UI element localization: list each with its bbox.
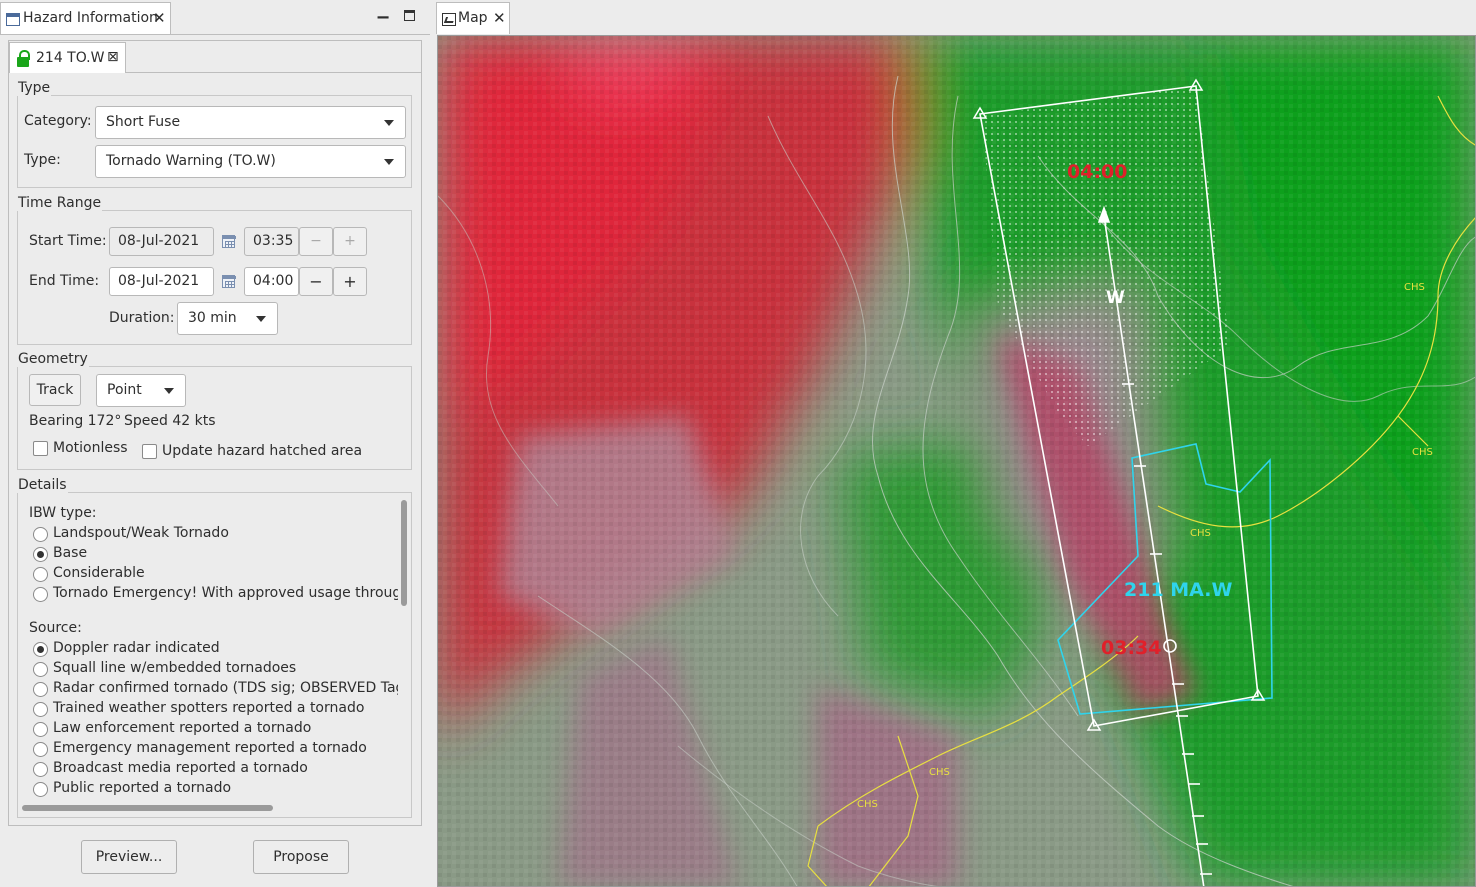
minimize-icon[interactable]: ▁ — [376, 4, 390, 20]
ibw-option-label: Considerable — [53, 565, 145, 581]
county-label: CHS — [929, 767, 950, 778]
track-button[interactable]: Track — [29, 374, 81, 406]
source-option-label: Squall line w/embedded tornadoes — [53, 660, 297, 676]
category-label: Category: — [24, 113, 92, 129]
propose-button[interactable]: Propose — [253, 840, 349, 874]
end-date-field[interactable]: 08-Jul-2021 — [109, 267, 214, 296]
tab-divider — [126, 72, 421, 73]
chevron-down-icon — [384, 159, 394, 165]
end-time-label: End Time: — [29, 273, 100, 289]
type-combo[interactable]: Tornado Warning (TO.W) — [95, 145, 406, 178]
tab-hazard-information[interactable]: Hazard Information ✕ — [0, 2, 171, 34]
update-hatched-label: Update hazard hatched area — [162, 443, 363, 459]
ibw-radio[interactable] — [33, 587, 48, 602]
view-splitter[interactable] — [430, 0, 436, 887]
map-icon — [442, 13, 456, 26]
direction-label: W — [1106, 288, 1125, 308]
tab-map[interactable]: Map ✕ — [436, 2, 510, 34]
source-option-label: Radar confirmed tornado (TDS sig; OBSERV… — [53, 680, 398, 696]
source-radio[interactable] — [33, 782, 48, 797]
county-label: CHS — [1412, 447, 1433, 458]
end-time-field[interactable]: 04:00 — [244, 267, 299, 296]
end-time-label: 04:00 — [1067, 161, 1127, 183]
close-icon[interactable]: ✕ — [153, 9, 166, 27]
vertical-scroll-thumb[interactable] — [401, 500, 407, 606]
source-radio[interactable] — [33, 662, 48, 677]
geometry-title: Geometry — [17, 351, 89, 367]
source-radio[interactable] — [33, 722, 48, 737]
source-option-label: Doppler radar indicated — [53, 640, 220, 656]
source-option-label: Trained weather spotters reported a torn… — [53, 700, 365, 716]
ibw-option-label: Tornado Emergency! With approved usage t… — [53, 585, 398, 601]
maximize-icon[interactable] — [404, 10, 415, 21]
motionless-label: Motionless — [53, 440, 128, 456]
geometry-mode-combo[interactable]: Point — [96, 374, 186, 407]
chevron-down-icon — [164, 388, 174, 394]
start-date-field[interactable]: 08-Jul-2021 — [109, 227, 214, 256]
duration-label: Duration: — [109, 310, 175, 326]
chevron-down-icon — [384, 120, 394, 126]
county-label: CHS — [857, 799, 878, 810]
source-option-label: Broadcast media reported a tornado — [53, 760, 308, 776]
tab-label: Hazard Information — [23, 10, 158, 26]
ibw-type-title: IBW type: — [29, 505, 97, 521]
duration-combo[interactable]: 30 min — [177, 302, 278, 335]
storm-time-label: 03:34 — [1101, 637, 1161, 659]
source-radio[interactable] — [33, 762, 48, 777]
ibw-option-label: Landspout/Weak Tornado — [53, 525, 229, 541]
motionless-checkbox[interactable] — [33, 441, 48, 456]
type-value: Tornado Warning (TO.W) — [106, 153, 276, 169]
close-icon[interactable]: ⊠ — [107, 49, 119, 65]
source-option-label: Public reported a tornado — [53, 780, 232, 796]
category-combo[interactable]: Short Fuse — [95, 106, 406, 139]
source-radio[interactable] — [33, 682, 48, 697]
geometry-mode-value: Point — [107, 382, 142, 398]
start-time-field[interactable]: 03:35 — [244, 227, 299, 256]
view-icon — [6, 13, 20, 26]
other-hazard-label: 211 MA.W — [1124, 579, 1232, 601]
unlocked-lock-icon — [17, 50, 30, 67]
map-canvas[interactable]: CHS CHS CHS CHS CHS 04:00 W 211 MA.W 03:… — [437, 35, 1476, 887]
calendar-icon[interactable] — [222, 275, 236, 288]
source-radio[interactable] — [33, 742, 48, 757]
ibw-radio[interactable] — [33, 547, 48, 562]
source-radio[interactable] — [33, 642, 48, 657]
ibw-radio[interactable] — [33, 567, 48, 582]
details-title: Details — [17, 477, 68, 493]
map-tab-label: Map — [458, 10, 488, 26]
ibw-option-label: Base — [53, 545, 88, 561]
source-option-label: Law enforcement reported a tornado — [53, 720, 312, 736]
start-increment-button[interactable]: + — [333, 227, 367, 256]
type-label: Type: — [24, 152, 61, 168]
start-decrement-button[interactable]: − — [299, 227, 333, 256]
category-value: Short Fuse — [106, 114, 181, 130]
preview-button[interactable]: Preview... — [81, 840, 177, 874]
bearing-readout: Bearing 172° — [29, 413, 122, 429]
details-scroll-area[interactable]: IBW type: Landspout/Weak Tornado Base Cons… — [19, 498, 398, 802]
ibw-radio[interactable] — [33, 527, 48, 542]
source-radio[interactable] — [33, 702, 48, 717]
hazard-tab-label: 214 TO.W — [36, 50, 105, 66]
update-hatched-checkbox[interactable] — [142, 444, 157, 459]
radar-map[interactable]: CHS CHS CHS CHS CHS 04:00 W 211 MA.W 03:… — [438, 36, 1476, 887]
time-range-title: Time Range — [17, 195, 103, 211]
duration-value: 30 min — [188, 310, 237, 326]
chevron-down-icon — [256, 316, 266, 322]
start-time-label: Start Time: — [29, 233, 107, 249]
close-icon[interactable]: ✕ — [493, 9, 506, 27]
end-increment-button[interactable]: + — [333, 267, 367, 296]
speed-readout: Speed 42 kts — [124, 413, 216, 429]
source-title: Source: — [29, 620, 82, 636]
county-label: CHS — [1190, 528, 1211, 539]
tab-hazard-214[interactable]: 214 TO.W ⊠ — [9, 42, 126, 73]
calendar-icon[interactable] — [222, 235, 236, 248]
type-group-title: Type — [17, 80, 52, 96]
horizontal-scroll-thumb[interactable] — [22, 805, 273, 811]
end-decrement-button[interactable]: − — [299, 267, 333, 296]
radar-velocity-layer — [438, 36, 1475, 886]
source-option-label: Emergency management reported a tornado — [53, 740, 367, 756]
county-label: CHS — [1404, 282, 1425, 293]
